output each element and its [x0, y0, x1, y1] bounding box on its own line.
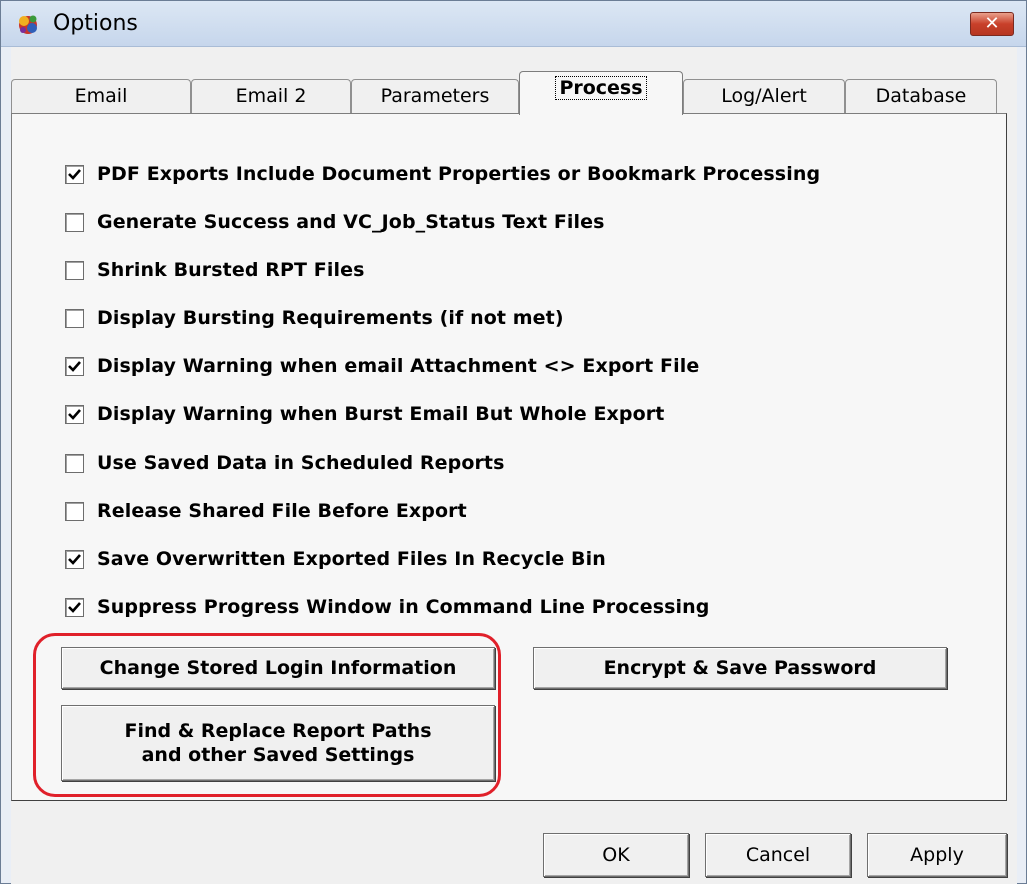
- cancel-button[interactable]: Cancel: [705, 833, 851, 877]
- option-label: Generate Success and VC_Job_Status Text …: [97, 211, 605, 233]
- checkbox[interactable]: [65, 597, 84, 617]
- tab-parameters[interactable]: Parameters: [351, 79, 519, 113]
- checkmark-icon: [68, 601, 81, 613]
- tab-process[interactable]: Process: [519, 71, 683, 115]
- option-pdf-properties[interactable]: PDF Exports Include Document Properties …: [65, 160, 820, 188]
- option-label: Display Bursting Requirements (if not me…: [97, 307, 564, 329]
- option-label: Use Saved Data in Scheduled Reports: [97, 452, 505, 474]
- tab-email-2[interactable]: Email 2: [191, 79, 351, 113]
- checkbox[interactable]: [65, 453, 84, 473]
- app-icon: [19, 15, 37, 34]
- checkmark-icon: [68, 168, 81, 180]
- option-release-shared-file[interactable]: Release Shared File Before Export: [65, 497, 467, 525]
- checkbox[interactable]: [65, 549, 84, 569]
- option-label: Save Overwritten Exported Files In Recyc…: [97, 548, 606, 570]
- encrypt-password-button[interactable]: Encrypt & Save Password: [533, 647, 947, 689]
- option-shrink-rpt[interactable]: Shrink Bursted RPT Files: [65, 256, 364, 284]
- tab-strip: Email Email 2 Parameters Process Log/Ale…: [11, 71, 1001, 115]
- option-label: Shrink Bursted RPT Files: [97, 259, 365, 281]
- option-warning-burst[interactable]: Display Warning when Burst Email But Who…: [65, 400, 664, 428]
- change-login-button[interactable]: Change Stored Login Information: [61, 647, 495, 689]
- tab-label: Email: [74, 85, 128, 107]
- find-replace-button[interactable]: Find & Replace Report Paths and other Sa…: [61, 705, 495, 781]
- options-dialog: Options ✕ Email Email 2 Parameters Proce…: [0, 0, 1027, 884]
- tab-label: Process: [555, 76, 647, 100]
- option-bursting-requirements[interactable]: Display Bursting Requirements (if not me…: [65, 304, 564, 332]
- option-label: Display Warning when email Attachment <>…: [97, 355, 700, 377]
- option-recycle-bin[interactable]: Save Overwritten Exported Files In Recyc…: [65, 545, 606, 573]
- checkbox[interactable]: [65, 501, 84, 521]
- find-replace-line-1: Find & Replace Report Paths: [124, 720, 432, 742]
- apply-button[interactable]: Apply: [867, 833, 1007, 877]
- option-warning-attachment[interactable]: Display Warning when email Attachment <>…: [65, 352, 699, 380]
- checkbox[interactable]: [65, 260, 84, 280]
- tab-label: Email 2: [235, 85, 307, 107]
- option-label: Release Shared File Before Export: [97, 500, 467, 522]
- checkbox[interactable]: [65, 404, 84, 424]
- tab-label: Database: [875, 85, 967, 107]
- tab-log-alert[interactable]: Log/Alert: [683, 79, 845, 113]
- option-label: Suppress Progress Window in Command Line…: [97, 596, 710, 618]
- option-generate-status-files[interactable]: Generate Success and VC_Job_Status Text …: [65, 208, 605, 236]
- close-button[interactable]: ✕: [970, 12, 1014, 36]
- option-saved-data[interactable]: Use Saved Data in Scheduled Reports: [65, 449, 505, 477]
- window-title: Options: [53, 11, 138, 36]
- checkbox[interactable]: [65, 164, 84, 184]
- option-suppress-progress[interactable]: Suppress Progress Window in Command Line…: [65, 593, 709, 621]
- checkmark-icon: [68, 553, 81, 565]
- tab-database[interactable]: Database: [845, 79, 997, 113]
- checkbox[interactable]: [65, 308, 84, 328]
- option-label: Display Warning when Burst Email But Who…: [97, 403, 665, 425]
- title-bar[interactable]: Options ✕: [1, 1, 1026, 47]
- checkbox[interactable]: [65, 212, 84, 232]
- checkmark-icon: [68, 408, 81, 420]
- tab-label: Parameters: [380, 85, 490, 107]
- tab-email[interactable]: Email: [11, 79, 191, 113]
- ok-button[interactable]: OK: [543, 833, 689, 877]
- dialog-body: Email Email 2 Parameters Process Log/Ale…: [11, 47, 1017, 884]
- checkbox[interactable]: [65, 356, 84, 376]
- tab-label: Log/Alert: [721, 85, 807, 107]
- find-replace-line-2: and other Saved Settings: [141, 744, 415, 766]
- option-label: PDF Exports Include Document Properties …: [97, 163, 821, 185]
- checkmark-icon: [68, 360, 81, 372]
